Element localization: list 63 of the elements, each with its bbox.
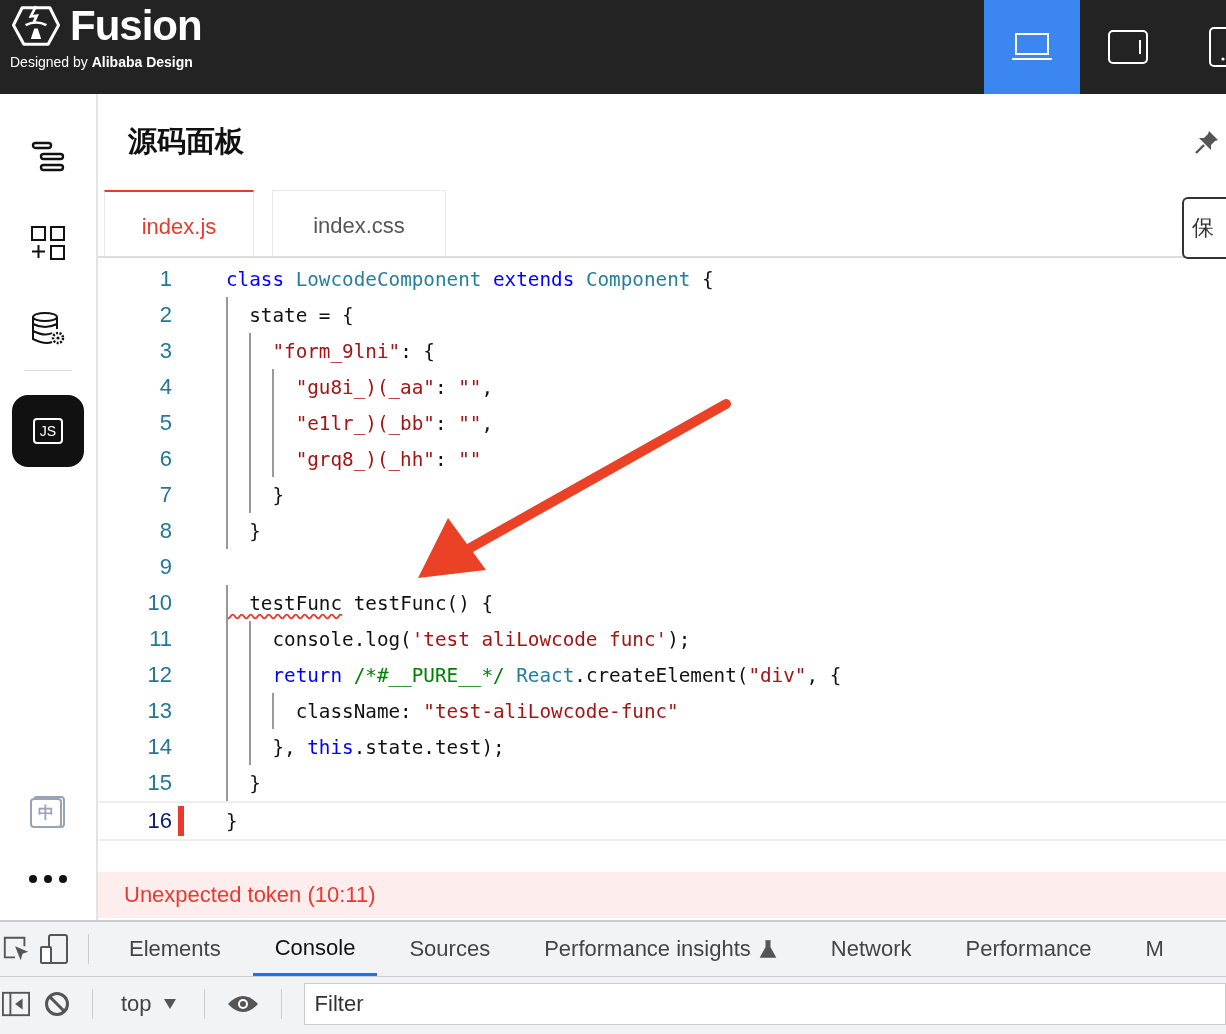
inspect-icon[interactable] — [2, 935, 30, 963]
code-line: }, this.state.test); — [271, 735, 505, 759]
caret-icon — [163, 999, 176, 1009]
line-number: 3 — [158, 338, 172, 364]
logo-title: Fusion — [70, 2, 202, 50]
line-number: 11 — [148, 626, 172, 652]
components-icon — [30, 225, 66, 261]
code-line: return /*#__PURE__*/ React.createElement("div", { — [271, 663, 842, 687]
code-line: console.log('test aliLowcode func'); — [271, 627, 691, 651]
code-line: } — [226, 809, 238, 833]
devtools-tab[interactable]: Performance — [943, 922, 1114, 976]
line-number: 10 — [146, 590, 172, 616]
more-icon[interactable] — [28, 874, 68, 884]
devtools-tab[interactable]: Elements — [107, 922, 243, 976]
line-number: 2 — [158, 302, 172, 328]
line-number: 1 — [158, 266, 172, 292]
laptop-icon — [1012, 32, 1052, 62]
line-number: 16 — [146, 808, 172, 834]
line-number: 6 — [158, 446, 172, 472]
line-number: 5 — [158, 410, 172, 436]
logo-subtitle: Designed by Alibaba Design — [10, 54, 194, 70]
outline-icon — [31, 140, 65, 174]
error-message: Unexpected token (10:11) — [124, 882, 376, 908]
code-line: "e1lr_)(_bb": "", — [294, 411, 493, 435]
sidebar-button[interactable]: JS — [12, 395, 84, 467]
line-number: 13 — [146, 698, 172, 724]
devtools-tab[interactable]: Network — [808, 922, 934, 976]
devtools-tab[interactable]: Sources — [387, 922, 513, 976]
code-line: "form_9lni": { — [271, 339, 435, 363]
file-tab[interactable]: index.css — [272, 190, 446, 256]
line-number: 4 — [158, 374, 172, 400]
devtools-tab[interactable]: Performance insights — [522, 922, 799, 976]
tablet-icon — [1108, 30, 1148, 64]
file-tab[interactable]: index.js — [104, 190, 254, 256]
code-line: } — [248, 771, 261, 795]
device-toggle-icon[interactable] — [40, 934, 70, 964]
eye-icon[interactable] — [226, 994, 259, 1014]
line-number: 8 — [158, 518, 172, 544]
clear-icon[interactable] — [44, 991, 70, 1017]
code-line: "grq8_)(_hh": "" — [294, 447, 482, 471]
line-number: 9 — [158, 554, 172, 580]
panel-title: 源码面板 — [128, 123, 244, 160]
save-button[interactable]: 保 — [1182, 197, 1226, 259]
gorilla-logo-icon — [10, 4, 62, 48]
code-line: state = { — [248, 303, 354, 327]
js-label: JS — [32, 418, 64, 444]
code-line: } — [248, 519, 261, 543]
database-gear-icon — [30, 311, 66, 347]
devtools-tab[interactable]: Console — [252, 922, 378, 976]
pin-icon[interactable] — [1194, 129, 1220, 155]
code-line: class LowcodeComponent extends Component { — [226, 267, 714, 291]
code-line: testFunc testFunc() { — [248, 591, 493, 615]
line-number: 12 — [146, 662, 172, 688]
code-line: "gu8i_)(_aa": "", — [294, 375, 493, 399]
sidebar-toggle-icon[interactable] — [2, 991, 30, 1017]
code-line: className: "test-aliLowcode-func" — [294, 699, 679, 723]
devtools-tab[interactable]: M — [1123, 922, 1186, 976]
context-dropdown[interactable]: top — [115, 990, 182, 1018]
line-number: 15 — [146, 770, 172, 796]
line-number: 14 — [146, 734, 172, 760]
code-line: } — [271, 483, 285, 507]
filter-field[interactable]: Filter — [303, 983, 1226, 1025]
line-number: 7 — [158, 482, 172, 508]
